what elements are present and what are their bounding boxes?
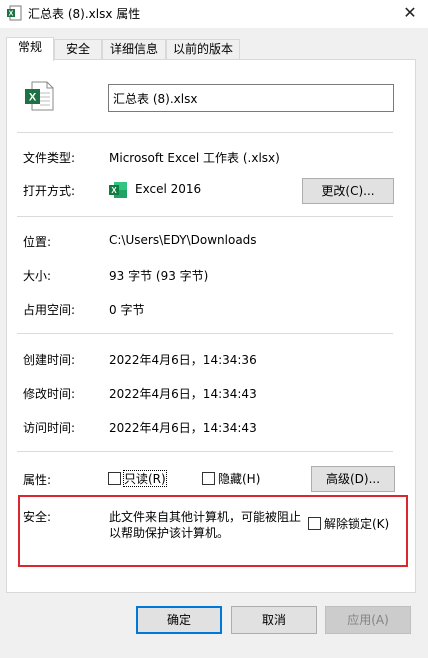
modified-label: 修改时间:	[23, 387, 76, 401]
ok-button[interactable]: 确定	[136, 606, 222, 634]
excel-file-icon: X	[7, 5, 22, 21]
tab-security[interactable]: 安全	[54, 39, 102, 60]
size-label: 大小:	[23, 269, 52, 283]
divider	[17, 132, 393, 133]
opens-with-label: 打开方式:	[23, 184, 76, 198]
excel-document-icon: X	[25, 81, 54, 111]
svg-text:X: X	[111, 186, 117, 195]
tab-details[interactable]: 详细信息	[102, 39, 166, 60]
created-label: 创建时间:	[23, 353, 76, 367]
advanced-button[interactable]: 高级(D)...	[311, 466, 395, 492]
attributes-label: 属性:	[23, 473, 52, 487]
size-on-disk-label: 占用空间:	[23, 303, 76, 317]
readonly-checkbox-box[interactable]	[108, 472, 121, 485]
security-highlight-box	[18, 495, 408, 567]
file-name-field[interactable]: 汇总表 (8).xlsx	[108, 84, 394, 112]
tab-previous-versions[interactable]: 以前的版本	[166, 39, 240, 60]
change-button[interactable]: 更改(C)...	[302, 178, 394, 204]
divider	[17, 451, 393, 452]
tab-general[interactable]: 常规	[6, 37, 54, 61]
location-value: C:\Users\EDY\Downloads	[109, 233, 257, 247]
file-name-value: 汇总表 (8).xlsx	[113, 92, 198, 106]
size-value: 93 字节 (93 字节)	[109, 269, 209, 283]
apply-button[interactable]: 应用(A)	[325, 606, 411, 634]
divider	[17, 216, 393, 217]
created-value: 2022年4月6日，14:34:36	[109, 353, 257, 367]
accessed-value: 2022年4月6日，14:34:43	[109, 421, 257, 435]
svg-text:X: X	[9, 11, 14, 18]
readonly-checkbox-label: 只读(R)	[123, 470, 167, 487]
title-bar: X 汇总表 (8).xlsx 属性 ✕	[0, 0, 428, 28]
cancel-button[interactable]: 取消	[231, 606, 317, 634]
location-label: 位置:	[23, 235, 52, 249]
opens-with-value: Excel 2016	[135, 182, 202, 196]
file-type-label: 文件类型:	[23, 151, 76, 165]
hidden-checkbox-label: 隐藏(H)	[218, 472, 261, 486]
divider	[17, 333, 393, 334]
modified-value: 2022年4月6日，14:34:43	[109, 387, 257, 401]
size-on-disk-value: 0 字节	[109, 303, 145, 317]
close-button[interactable]: ✕	[392, 0, 428, 28]
accessed-label: 访问时间:	[23, 421, 76, 435]
hidden-checkbox-box[interactable]	[202, 472, 215, 485]
svg-text:X: X	[29, 92, 37, 104]
file-type-value: Microsoft Excel 工作表 (.xlsx)	[109, 151, 280, 165]
excel-app-icon: X	[109, 182, 127, 198]
close-icon: ✕	[403, 3, 417, 22]
window-title: 汇总表 (8).xlsx 属性	[28, 7, 141, 21]
